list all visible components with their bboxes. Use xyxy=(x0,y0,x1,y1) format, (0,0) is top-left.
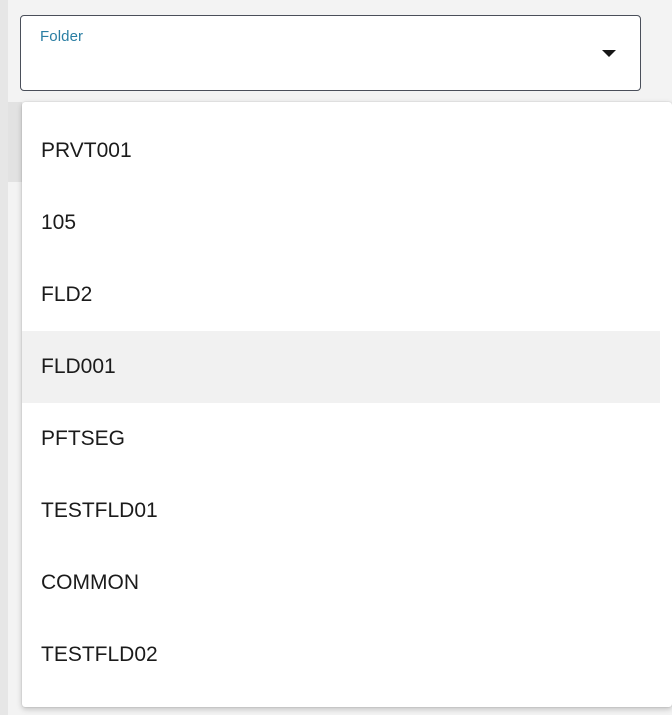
folder-option-prvt001[interactable]: PRVT001 xyxy=(22,115,660,187)
folder-dropdown-list: PRVT001 105 FLD2 FLD001 PFTSEG TESTFLD01… xyxy=(22,102,672,707)
folder-option-testfld01[interactable]: TESTFLD01 xyxy=(22,475,660,547)
option-label: PFTSEG xyxy=(41,427,126,450)
folder-option-common[interactable]: COMMON xyxy=(22,547,660,619)
page-backdrop-edge xyxy=(0,0,8,715)
option-label: 105 xyxy=(41,211,77,234)
folder-select-label: Folder xyxy=(40,28,84,45)
folder-option-pftseg[interactable]: PFTSEG xyxy=(22,403,660,475)
option-label: PRVT001 xyxy=(41,139,132,162)
folder-option-fld001[interactable]: FLD001 xyxy=(22,331,660,403)
option-label: COMMON xyxy=(41,571,139,594)
underlying-content-edge xyxy=(8,102,22,182)
option-label: FLD001 xyxy=(41,355,116,378)
option-label: FLD2 xyxy=(41,283,93,306)
folder-select[interactable]: Folder xyxy=(20,15,641,91)
folder-option-testfld02[interactable]: TESTFLD02 xyxy=(22,619,660,691)
option-label: TESTFLD02 xyxy=(41,643,158,666)
folder-option-fld2[interactable]: FLD2 xyxy=(22,259,660,331)
caret-down-icon[interactable] xyxy=(602,50,616,57)
folder-option-105[interactable]: 105 xyxy=(22,187,660,259)
option-label: TESTFLD01 xyxy=(41,499,158,522)
